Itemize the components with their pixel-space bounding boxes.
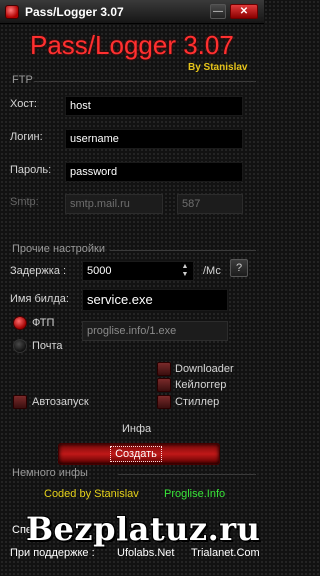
sponsor-link-ufolabs[interactable]: Ufolabs.Net: [117, 547, 174, 559]
coded-by-link[interactable]: Coded by Stanislav: [44, 488, 139, 500]
downloader-checkbox[interactable]: [157, 362, 171, 376]
minimize-button[interactable]: —: [210, 4, 226, 19]
login-label: Логин:: [10, 131, 43, 143]
smtp-port-input[interactable]: 587: [177, 194, 243, 214]
about-section-title: Немного инфы: [12, 467, 88, 479]
autorun-label: Автозапуск: [32, 396, 89, 408]
build-name-input[interactable]: service.exe: [82, 289, 228, 311]
app-header-title: Pass/Logger 3.07: [30, 30, 234, 60]
watermark-text: Bezplatuz.ru: [26, 510, 261, 548]
spin-up-icon[interactable]: ▲: [180, 263, 190, 271]
radio-ftp[interactable]: [13, 316, 27, 330]
section-divider: [110, 250, 256, 251]
support-label: При поддержке :: [10, 547, 95, 559]
window-title: Pass/Logger 3.07: [25, 5, 124, 19]
password-label: Пароль:: [10, 164, 52, 176]
radio-mail[interactable]: [13, 339, 27, 353]
radio-mail-label: Почта: [32, 340, 63, 352]
section-divider: [118, 474, 256, 475]
host-label: Хост:: [10, 98, 37, 110]
delay-input[interactable]: 5000: [82, 261, 194, 281]
site-link[interactable]: Proglise.Info: [164, 488, 225, 500]
create-button-label[interactable]: Создать: [110, 446, 162, 462]
login-input[interactable]: username: [65, 129, 243, 149]
close-button[interactable]: ✕: [230, 4, 258, 19]
other-settings-section-title: Прочие настройки: [12, 243, 106, 255]
autorun-checkbox[interactable]: [13, 395, 27, 409]
delay-label: Задержка :: [10, 265, 67, 277]
delay-unit-label: /Мс: [203, 265, 221, 277]
smtp-input[interactable]: smtp.mail.ru: [65, 194, 163, 214]
author-label: By Stanislav: [188, 62, 248, 73]
stealer-label: Стиллер: [175, 396, 220, 408]
password-input[interactable]: password: [65, 162, 243, 182]
downloader-label: Downloader: [175, 363, 234, 375]
radio-ftp-label: ФТП: [32, 317, 55, 329]
spin-down-icon[interactable]: ▼: [180, 271, 190, 279]
keylogger-label: Кейлоггер: [175, 379, 227, 391]
sponsor-link-trialanet[interactable]: Trialanet.Com: [191, 547, 260, 559]
smtp-label: Smtp:: [10, 196, 39, 208]
host-input[interactable]: host: [65, 96, 243, 116]
ftp-section-title: FTP: [12, 74, 33, 86]
app-icon: [5, 5, 19, 19]
section-divider: [34, 81, 256, 82]
download-url-input[interactable]: proglise.info/1.exe: [82, 321, 228, 341]
help-button[interactable]: ?: [230, 259, 248, 277]
keylogger-checkbox[interactable]: [157, 378, 171, 392]
stealer-checkbox[interactable]: [157, 395, 171, 409]
build-name-label: Имя билда:: [10, 293, 69, 305]
info-label: Инфа: [122, 423, 152, 435]
